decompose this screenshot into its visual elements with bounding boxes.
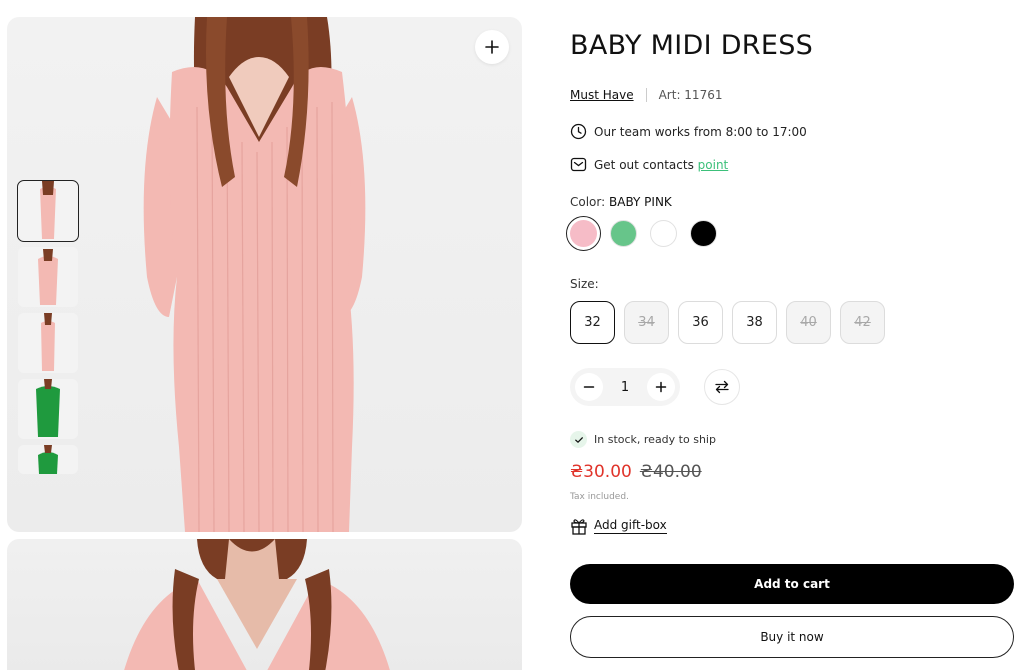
color-label-text: Color: bbox=[570, 195, 606, 209]
size-option-40[interactable]: 40 bbox=[786, 301, 831, 344]
contacts-link[interactable]: point bbox=[698, 158, 729, 172]
thumbnail-image bbox=[18, 379, 78, 439]
plus-icon bbox=[655, 381, 667, 393]
size-option-36[interactable]: 36 bbox=[678, 301, 723, 344]
thumbnail-image bbox=[18, 247, 78, 307]
secondary-product-image[interactable] bbox=[7, 539, 522, 670]
contacts-text: Get out contacts bbox=[594, 157, 694, 172]
main-product-image[interactable] bbox=[7, 17, 522, 532]
contacts: Get out contacts point bbox=[570, 156, 728, 173]
size-option-42[interactable]: 42 bbox=[840, 301, 885, 344]
stock-text: In stock, ready to ship bbox=[594, 433, 716, 446]
swatch-white[interactable] bbox=[650, 220, 677, 247]
selected-color-name: BABY PINK bbox=[609, 195, 672, 209]
decrease-quantity-button[interactable] bbox=[575, 373, 603, 401]
model-pink-dress-illustration bbox=[143, 17, 366, 532]
swatch-green[interactable] bbox=[610, 220, 637, 247]
working-hours: Our team works from 8:00 to 17:00 bbox=[570, 123, 807, 140]
old-price: ₴40.00 bbox=[639, 462, 702, 482]
compare-button[interactable] bbox=[704, 369, 740, 405]
color-swatches bbox=[566, 216, 717, 251]
gift-box-label: Add gift-box bbox=[594, 518, 667, 534]
zoom-button[interactable] bbox=[475, 30, 509, 64]
arrows-swap-icon bbox=[715, 380, 729, 394]
size-label: Size: bbox=[570, 277, 599, 291]
price: ₴30.00 ₴40.00 bbox=[570, 462, 702, 482]
working-hours-text: Our team works from 8:00 to 17:00 bbox=[594, 124, 807, 139]
size-option-38[interactable]: 38 bbox=[732, 301, 777, 344]
model-pink-dress-closeup-illustration bbox=[124, 539, 390, 670]
add-to-cart-button[interactable]: Add to cart bbox=[570, 564, 1014, 604]
increase-quantity-button[interactable] bbox=[647, 373, 675, 401]
buy-it-now-button[interactable]: Buy it now bbox=[570, 616, 1014, 658]
thumbnail-image bbox=[18, 181, 78, 241]
thumbnail-list bbox=[17, 180, 80, 480]
plus-icon bbox=[485, 40, 499, 54]
thumbnail-pink-dress-pose[interactable] bbox=[18, 247, 78, 307]
gift-icon bbox=[571, 519, 587, 535]
swatch-baby-pink[interactable] bbox=[566, 216, 601, 251]
tax-note: Tax included. bbox=[570, 492, 629, 502]
thumbnail-green-dress[interactable] bbox=[18, 379, 78, 439]
thumbnail-image bbox=[18, 313, 78, 373]
check-icon bbox=[570, 431, 587, 448]
thumbnail-image bbox=[18, 445, 78, 474]
minus-icon bbox=[583, 386, 595, 388]
swatch-black[interactable] bbox=[690, 220, 717, 247]
size-options: 32 34 36 38 40 42 bbox=[570, 301, 885, 344]
size-option-32[interactable]: 32 bbox=[570, 301, 615, 344]
mail-icon bbox=[570, 157, 587, 172]
thumbnail-pink-dress-front[interactable] bbox=[17, 180, 79, 242]
article-number: Art: 11761 bbox=[658, 88, 723, 102]
add-gift-box-link[interactable]: Add gift-box bbox=[570, 517, 667, 535]
brand-link[interactable]: Must Have bbox=[570, 88, 634, 102]
product-meta: Must Have Art: 11761 bbox=[570, 88, 722, 102]
size-option-34[interactable]: 34 bbox=[624, 301, 669, 344]
color-label: Color: BABY PINK bbox=[570, 195, 672, 209]
clock-icon bbox=[570, 123, 587, 140]
product-title: BABY MIDI DRESS bbox=[570, 30, 814, 61]
divider bbox=[645, 88, 647, 102]
stock-status: In stock, ready to ship bbox=[570, 431, 716, 448]
quantity-stepper: 1 bbox=[570, 368, 680, 406]
quantity-value[interactable]: 1 bbox=[621, 380, 629, 395]
thumbnail-green-dress-partial[interactable] bbox=[18, 445, 78, 474]
current-price: ₴30.00 bbox=[570, 462, 632, 482]
thumbnail-pink-dress-side[interactable] bbox=[18, 313, 78, 373]
